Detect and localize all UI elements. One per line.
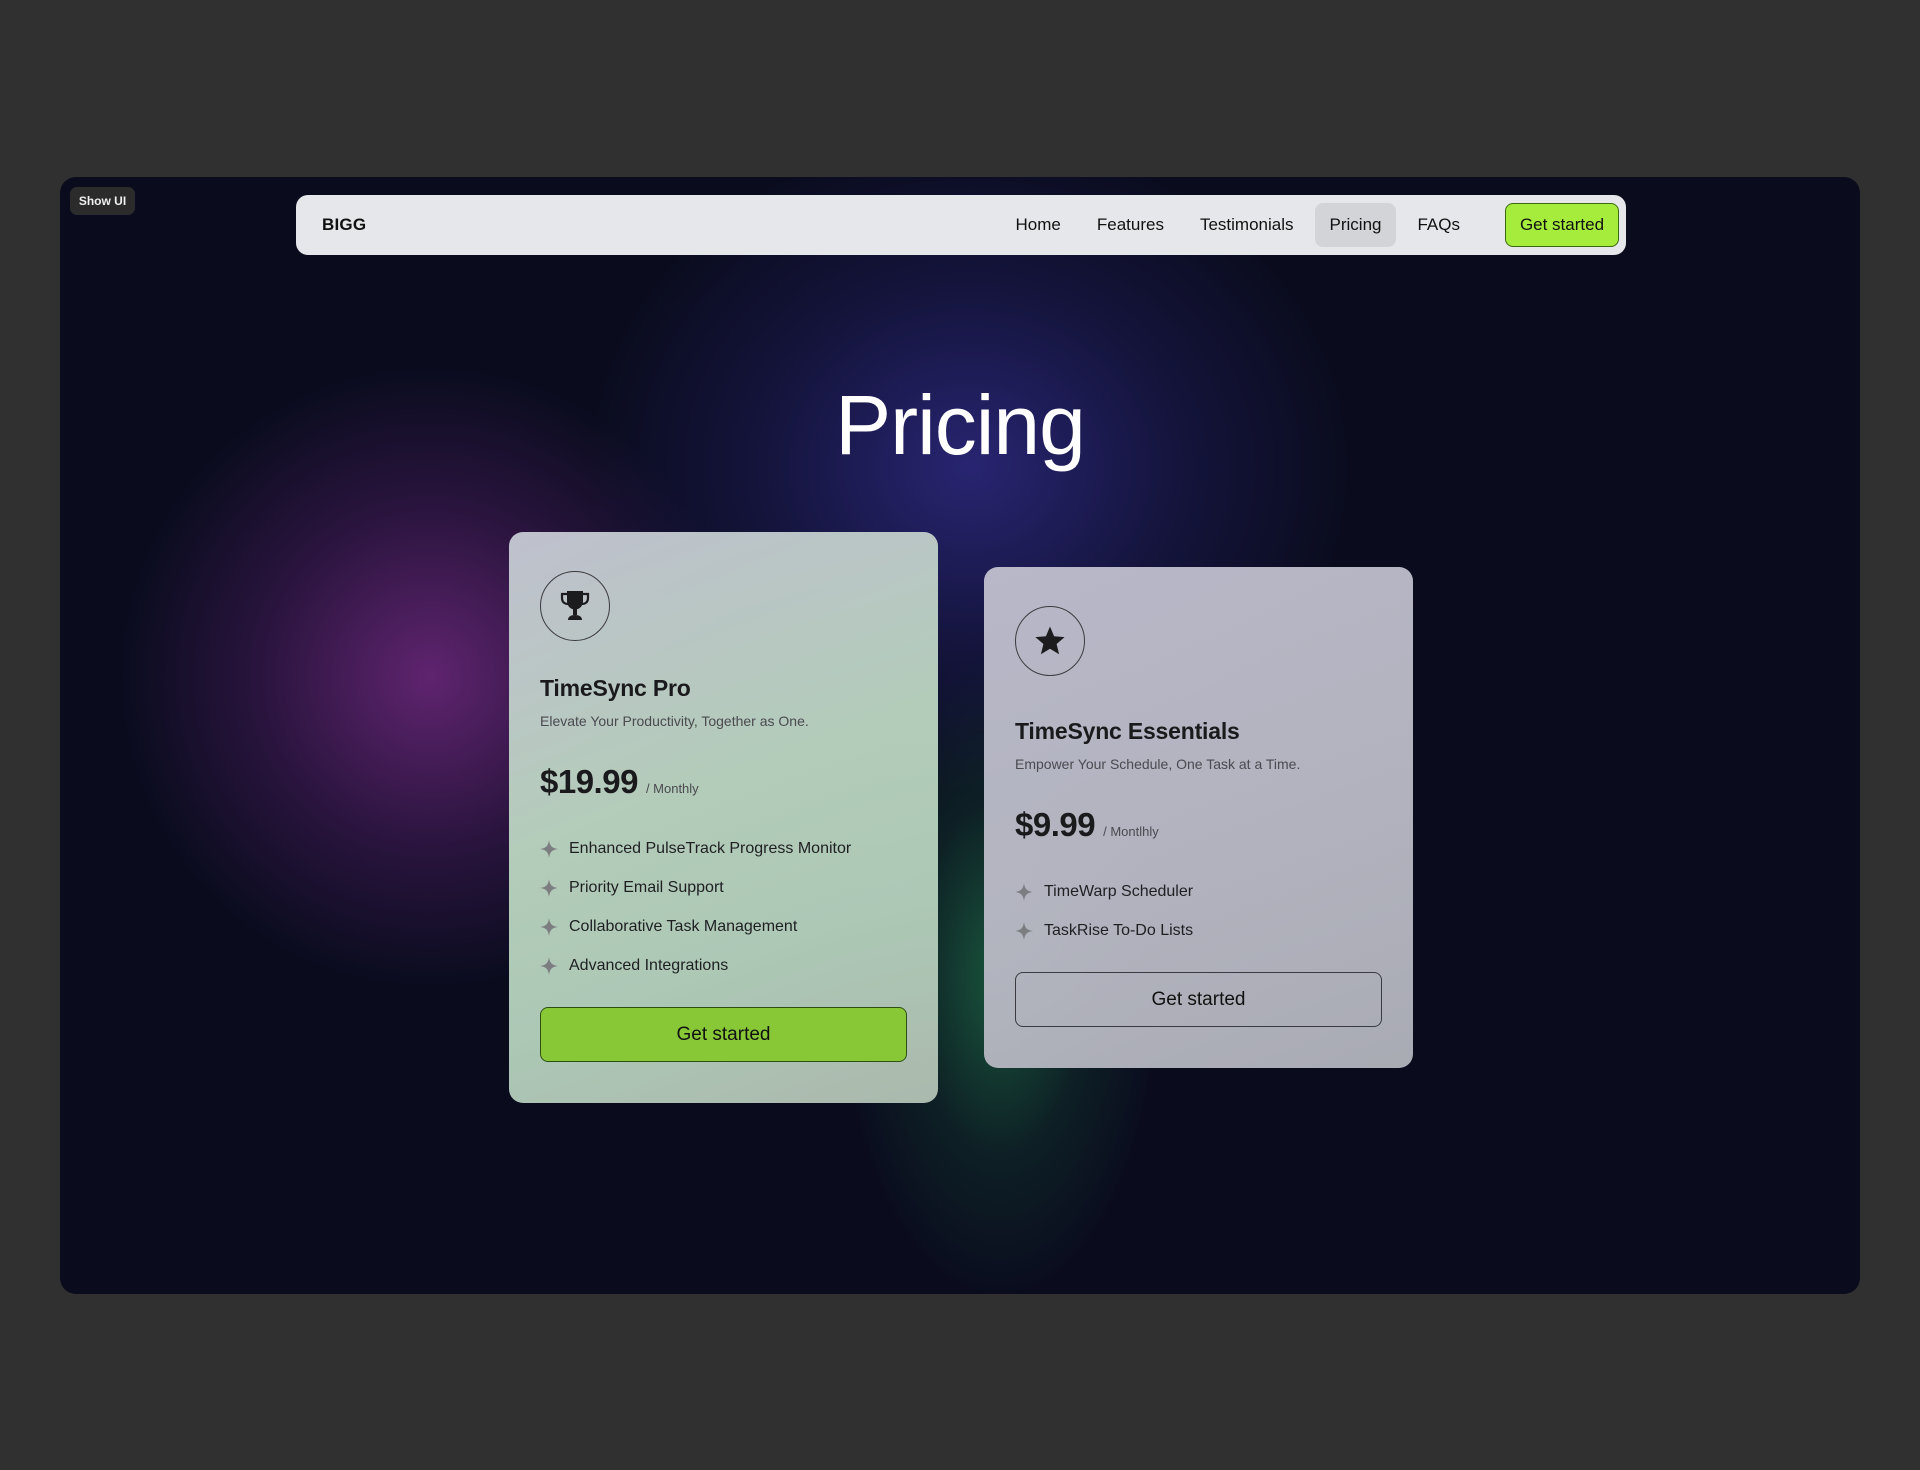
feature-text: Advanced Integrations [569,956,729,974]
sparkle-icon [540,878,558,897]
nav-get-started-button[interactable]: Get started [1505,203,1619,247]
get-started-pro-button[interactable]: Get started [540,1007,907,1062]
plan-name: TimeSync Essentials [1015,718,1240,744]
sparkle-icon [540,839,558,858]
nav-link-home[interactable]: Home [1001,203,1076,247]
sparkle-icon [540,956,558,975]
nav-link-features[interactable]: Features [1082,203,1179,247]
sparkle-icon [1015,882,1033,901]
brand-logo[interactable]: BIGG [322,215,366,235]
plan-period: / Montlhly [1103,824,1159,839]
pricing-card-pro: TimeSync Pro Elevate Your Productivity, … [509,532,938,1103]
pricing-card-essentials: TimeSync Essentials Empower Your Schedul… [984,567,1413,1068]
nav-link-faqs[interactable]: FAQs [1402,203,1475,247]
feature-item: Enhanced PulseTrack Progress Monitor [540,829,908,868]
feature-item: Priority Email Support [540,868,908,907]
plan-price: $9.99 [1015,806,1096,843]
price-row: $19.99 / Monthly [540,763,908,801]
feature-list: TimeWarp Scheduler TaskRise To-Do Lists [1015,872,1383,950]
feature-item: TaskRise To-Do Lists [1015,911,1383,950]
top-navbar: BIGG Home Features Testimonials Pricing … [296,195,1626,255]
plan-tagline: Empower Your Schedule, One Task at a Tim… [1015,756,1301,772]
plan-name: TimeSync Pro [540,675,691,701]
sparkle-icon [540,917,558,936]
feature-text: Enhanced PulseTrack Progress Monitor [569,839,852,857]
feature-item: TimeWarp Scheduler [1015,872,1383,911]
app-frame: Show UI BIGG Home Features Testimonials … [60,177,1860,1294]
price-row: $9.99 / Montlhly [1015,806,1383,844]
nav-link-testimonials[interactable]: Testimonials [1185,203,1309,247]
feature-text: TaskRise To-Do Lists [1044,921,1194,939]
feature-text: Collaborative Task Management [569,917,798,935]
plan-tagline: Elevate Your Productivity, Together as O… [540,713,809,729]
sparkle-icon [1015,921,1033,940]
feature-text: TimeWarp Scheduler [1044,882,1194,900]
feature-item: Advanced Integrations [540,946,908,985]
plan-period: / Monthly [645,781,699,796]
feature-list: Enhanced PulseTrack Progress Monitor Pri… [540,829,908,985]
page-title: Pricing [835,378,1086,472]
nav-links: Home Features Testimonials Pricing FAQs … [1001,203,1619,247]
feature-item: Collaborative Task Management [540,907,908,946]
show-ui-button[interactable]: Show UI [70,187,135,215]
feature-text: Priority Email Support [569,878,724,896]
star-icon [1015,606,1085,676]
plan-price: $19.99 [540,763,638,800]
nav-link-pricing[interactable]: Pricing [1314,203,1397,247]
get-started-essentials-button[interactable]: Get started [1015,972,1382,1027]
trophy-icon [540,571,610,641]
